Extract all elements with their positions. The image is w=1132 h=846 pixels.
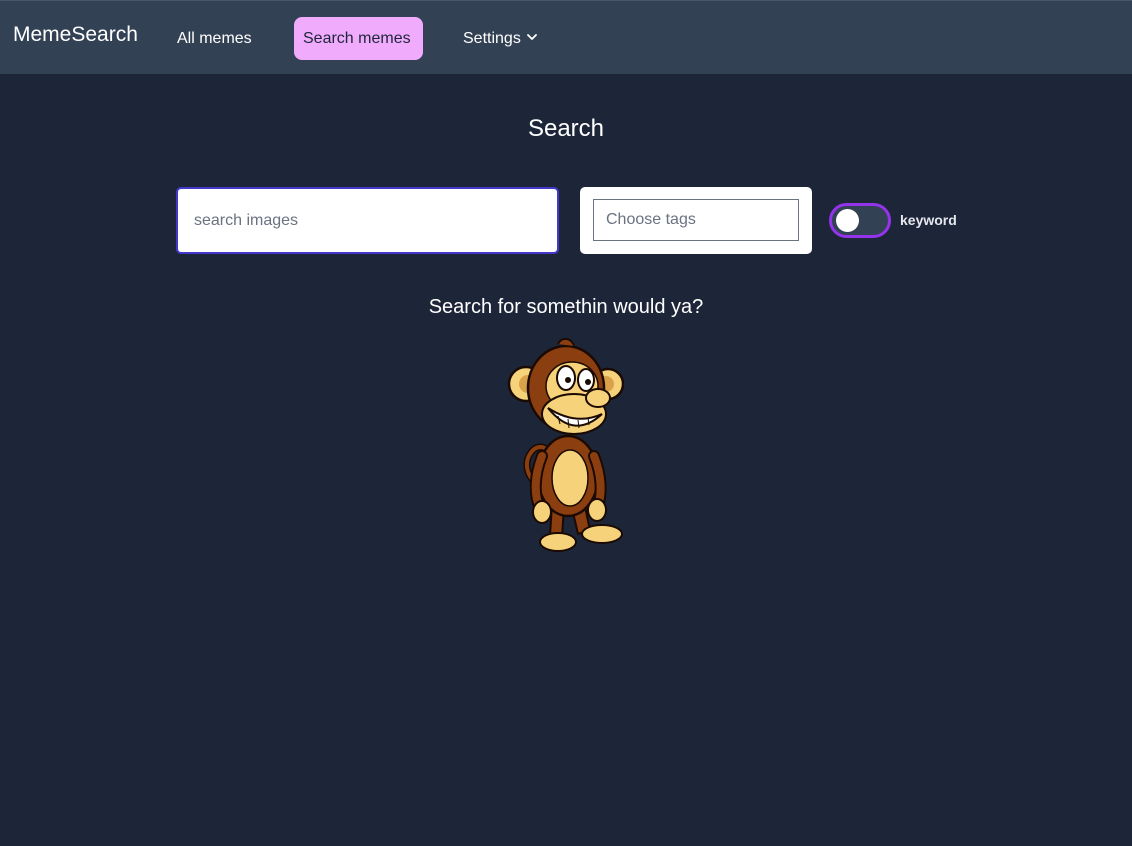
chevron-down-icon — [526, 34, 537, 41]
page-title: Search — [527, 115, 605, 142]
nav-search-memes[interactable]: Search memes — [294, 17, 423, 60]
monkey-illustration — [507, 338, 625, 552]
brand-logo[interactable]: MemeSearch — [13, 23, 138, 47]
toggle-knob — [836, 209, 859, 232]
nav-settings-dropdown[interactable]: Settings — [463, 17, 537, 60]
keyword-toggle-label: keyword — [900, 212, 957, 228]
tags-select-input[interactable] — [593, 199, 799, 241]
keyword-toggle[interactable] — [829, 203, 891, 238]
search-input[interactable] — [176, 187, 559, 254]
tags-select-container — [580, 187, 812, 254]
nav-all-memes[interactable]: All memes — [177, 17, 252, 60]
nav-settings-label: Settings — [463, 30, 521, 47]
empty-state-message: Search for somethin would ya? — [428, 296, 704, 318]
navbar: MemeSearch All memes Search memes Settin… — [0, 0, 1132, 74]
